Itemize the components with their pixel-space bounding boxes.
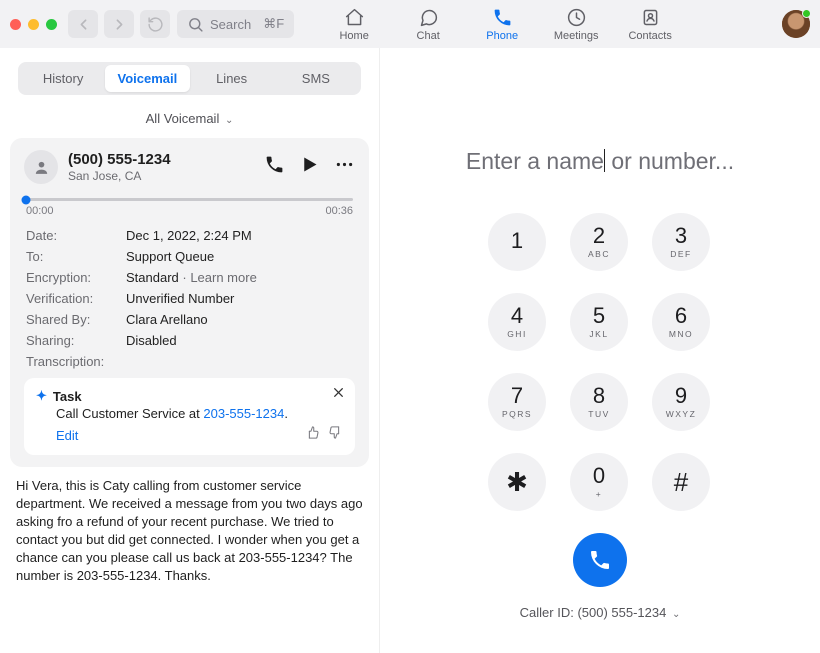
playback-scrubber[interactable] [26,198,353,201]
meta-key: Transcription: [26,354,126,369]
meta-encryption: Standard [126,270,179,285]
task-edit-link[interactable]: Edit [56,428,78,443]
caller-number: (500) 555-1234 [68,151,171,168]
play-button[interactable] [299,154,320,180]
search-shortcut: ⌘F [263,16,284,32]
keypad: 1 2ABC 3DEF 4GHI 5JKL 6MNO 7PQRS 8TUV 9W… [488,213,712,511]
nav-label: Meetings [554,30,599,42]
voicemail-card: (500) 555-1234 San Jose, CA 00:00 00:36 … [10,138,369,467]
keypad-7[interactable]: 7PQRS [488,373,546,431]
more-menu-button[interactable] [334,154,355,180]
call-button[interactable] [573,533,627,587]
keypad-star[interactable]: ✱ [488,453,546,511]
nav-home[interactable]: Home [331,6,377,42]
task-card: ✦ Task Call Customer Service at 203-555-… [24,378,355,455]
keypad-2[interactable]: 2ABC [570,213,628,271]
search-input[interactable]: Search ⌘F [177,10,294,38]
keypad-hash[interactable]: # [652,453,710,511]
caller-id-label: Caller ID: [520,605,578,620]
dial-placeholder: Enter a name [466,148,604,174]
callback-button[interactable] [264,154,285,180]
time-total: 00:36 [325,205,353,217]
keypad-8[interactable]: 8TUV [570,373,628,431]
chevron-down-icon: ⌄ [225,115,233,126]
tab-sms[interactable]: SMS [274,65,358,92]
meta-to: Support Queue [126,249,214,264]
meta-key: Encryption: [26,270,126,285]
phone-icon [588,548,612,572]
zoom-window-button[interactable] [46,19,57,30]
window-controls [10,19,61,30]
keypad-9[interactable]: 9WXYZ [652,373,710,431]
search-icon [187,16,204,33]
subtabs: History Voicemail Lines SMS [18,62,361,95]
task-phone-link[interactable]: 203-555-1234 [203,406,284,421]
keypad-0[interactable]: 0+ [570,453,628,511]
phone-icon [492,6,513,28]
main-nav: Home Chat Phone Meetings Contacts [331,6,673,42]
keypad-6[interactable]: 6MNO [652,293,710,351]
search-placeholder: Search [210,17,251,32]
thumbs-down-button[interactable] [328,425,343,445]
nav-back-button[interactable] [68,10,98,38]
chat-icon [418,6,439,28]
nav-contacts[interactable]: Contacts [627,6,673,42]
voicemail-filter-label: All Voicemail [146,111,220,126]
clock-icon [566,6,587,28]
task-text: Call Customer Service at [56,406,203,421]
history-button[interactable] [140,10,170,38]
caller-avatar [24,150,58,184]
caller-id-value: (500) 555-1234 [577,605,666,620]
meta-date: Dec 1, 2022, 2:24 PM [126,228,252,243]
meta-shared-by: Clara Arellano [126,312,208,327]
tab-history[interactable]: History [21,65,105,92]
learn-more-link[interactable]: · Learn more [179,270,257,285]
home-icon [344,6,365,28]
meta-key: Shared By: [26,312,126,327]
voicemail-filter-dropdown[interactable]: All Voicemail ⌄ [0,99,379,134]
left-panel: History Voicemail Lines SMS All Voicemai… [0,48,380,653]
close-window-button[interactable] [10,19,21,30]
caller-id-dropdown[interactable]: Caller ID: (500) 555-1234 ⌄ [520,605,681,620]
task-title: Task [53,389,82,404]
time-current: 00:00 [26,205,54,217]
titlebar: Search ⌘F Home Chat Phone Meetings Conta… [0,0,820,48]
nav-label: Contacts [628,30,671,42]
task-close-button[interactable] [332,386,345,404]
meta-key: Sharing: [26,333,126,348]
nav-label: Home [339,30,368,42]
meta-sharing: Disabled [126,333,177,348]
task-text-end: . [284,406,288,421]
tab-voicemail[interactable]: Voicemail [105,65,189,92]
nav-phone[interactable]: Phone [479,6,525,42]
nav-meetings[interactable]: Meetings [553,6,599,42]
transcript-text: Hi Vera, this is Caty calling from custo… [16,477,363,585]
meta-key: To: [26,249,126,264]
scrubber-thumb[interactable] [22,195,31,204]
meta-key: Date: [26,228,126,243]
chevron-down-icon: ⌄ [672,609,680,620]
thumbs-up-button[interactable] [305,425,320,445]
dialer-panel: Enter a name or number... 1 2ABC 3DEF 4G… [380,48,820,653]
keypad-1[interactable]: 1 [488,213,546,271]
tab-lines[interactable]: Lines [190,65,274,92]
nav-forward-button[interactable] [104,10,134,38]
nav-chat[interactable]: Chat [405,6,451,42]
keypad-3[interactable]: 3DEF [652,213,710,271]
meta-key: Verification: [26,291,126,306]
dial-input[interactable]: Enter a name or number... [466,148,734,175]
dial-placeholder: or number... [605,148,734,174]
profile-avatar[interactable] [782,10,810,38]
nav-label: Chat [417,30,440,42]
minimize-window-button[interactable] [28,19,39,30]
keypad-5[interactable]: 5JKL [570,293,628,351]
presence-indicator [802,9,811,18]
caller-location: San Jose, CA [68,169,171,183]
meta-verification: Unverified Number [126,291,234,306]
keypad-4[interactable]: 4GHI [488,293,546,351]
sparkle-icon: ✦ [36,388,47,404]
nav-label: Phone [486,30,518,42]
contacts-icon [640,6,661,28]
